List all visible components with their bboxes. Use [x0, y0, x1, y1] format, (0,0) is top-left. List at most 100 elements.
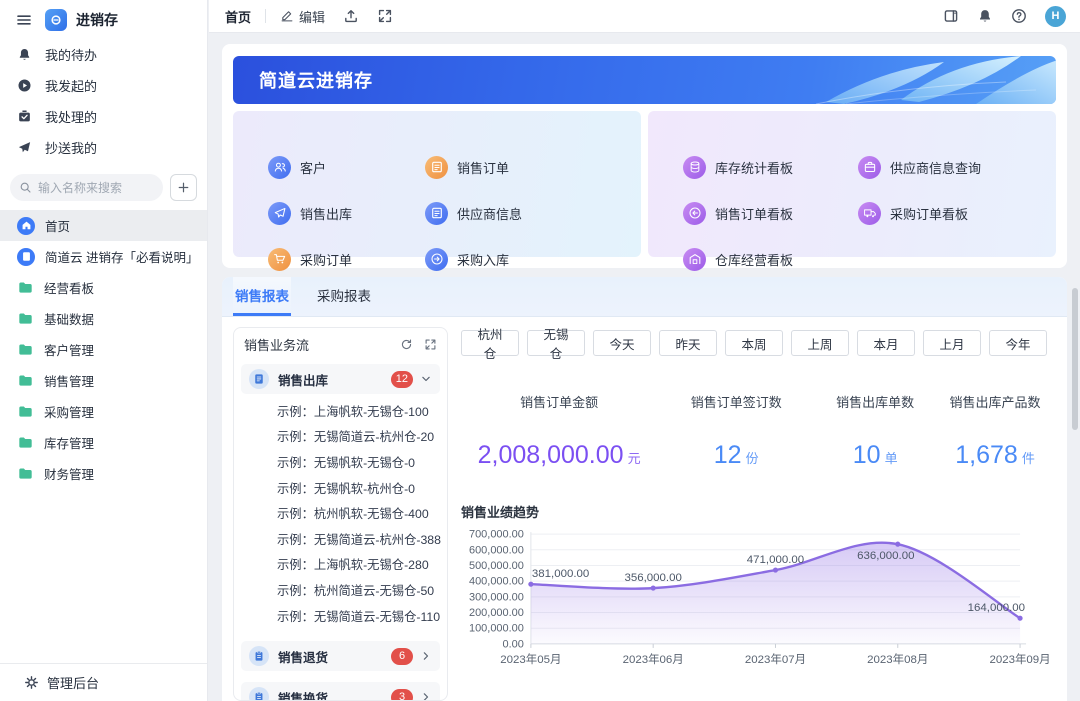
folder-icon: [17, 404, 34, 419]
search-icon: [19, 181, 32, 194]
flow-list-item[interactable]: 示例：杭州简道云-无锡仓-50: [241, 577, 440, 603]
search-box[interactable]: [10, 174, 163, 201]
filter-yesterday[interactable]: 昨天: [659, 330, 717, 356]
tab-sales-report[interactable]: 销售报表: [233, 277, 291, 316]
folder-icon: [17, 280, 34, 295]
quick-link-sales-outbound[interactable]: 销售出库: [268, 202, 425, 225]
stat-value: 1,678: [955, 441, 1018, 470]
folder-icon: [17, 311, 34, 326]
task-check-icon: [17, 109, 32, 124]
quick-link-purchase-order[interactable]: 采购订单: [268, 248, 425, 271]
sidebar-header: 进销存: [0, 0, 207, 39]
sales-flow-panel: 销售业务流 销售出库 12: [233, 327, 448, 701]
chevron-right-icon[interactable]: [420, 650, 432, 662]
filter-this-month[interactable]: 本月: [857, 330, 915, 356]
flow-list-item[interactable]: 示例：上海帆软-无锡仓-100: [241, 398, 440, 424]
flow-group-exchanges: 销售换货 3: [241, 682, 440, 701]
flow-list-item[interactable]: 示例：无锡简道云-无锡仓-110: [241, 603, 440, 629]
expand-panel-icon[interactable]: [424, 338, 437, 351]
search-input[interactable]: [38, 181, 154, 195]
sidebar-item-readme[interactable]: 简道云 进销存「必看说明」: [0, 241, 207, 272]
flow-group-outbound-header[interactable]: 销售出库 12: [241, 364, 440, 394]
quick-link-sales-order[interactable]: 销售订单: [425, 156, 641, 179]
doc-lines-icon: [425, 202, 448, 225]
sidebar-item-base-data[interactable]: 基础数据: [0, 303, 207, 334]
admin-console-link[interactable]: 管理后台: [0, 663, 207, 701]
flow-list-item[interactable]: 示例：杭州帆软-无锡仓-400: [241, 500, 440, 526]
main-area: 首页 编辑 H 简道云进销存: [209, 0, 1080, 701]
svg-text:600,000.00: 600,000.00: [469, 544, 524, 556]
sidebar-item-purchase-mgmt[interactable]: 采购管理: [0, 396, 207, 427]
sidebar-item-cc[interactable]: 抄送我的: [0, 132, 207, 163]
svg-text:2023年09月: 2023年09月: [989, 652, 1050, 666]
flow-list-item[interactable]: 示例：无锡帆软-无锡仓-0: [241, 449, 440, 475]
sidebar-item-initiated[interactable]: 我发起的: [0, 70, 207, 101]
notification-bell-icon[interactable]: [977, 8, 993, 24]
chevron-down-icon[interactable]: [420, 373, 432, 385]
trend-chart-section: 销售业绩趋势 0.00100,000.00200,000.00300,000.0…: [461, 502, 1055, 682]
panel-book-icon[interactable]: [943, 8, 959, 24]
sidebar-item-customer-mgmt[interactable]: 客户管理: [0, 334, 207, 365]
workflow-nav: 我的待办 我发起的 我处理的 抄送我的: [0, 39, 207, 163]
badge-count: 12: [391, 371, 413, 388]
filter-this-week[interactable]: 本周: [725, 330, 783, 356]
flow-list-item[interactable]: 示例：上海帆软-无锡仓-280: [241, 552, 440, 578]
app-logo-icon: [45, 9, 67, 31]
svg-text:400,000.00: 400,000.00: [469, 576, 524, 588]
flow-group-exchanges-header[interactable]: 销售换货 3: [241, 682, 440, 701]
svg-text:100,000.00: 100,000.00: [469, 623, 524, 635]
clipboard-icon: [249, 687, 269, 701]
document-icon: [17, 248, 35, 266]
sidebar-item-todo[interactable]: 我的待办: [0, 39, 207, 70]
truck-icon: [858, 202, 881, 225]
users-icon: [268, 156, 291, 179]
sidebar-item-inventory-mgmt[interactable]: 库存管理: [0, 427, 207, 458]
help-icon[interactable]: [1011, 8, 1027, 24]
tab-purchase-report[interactable]: 采购报表: [315, 277, 373, 316]
quick-link-sales-order-board[interactable]: 销售订单看板: [683, 202, 858, 225]
filter-warehouse-wuxi[interactable]: 无锡仓: [527, 330, 585, 356]
topbar-page-title[interactable]: 首页: [225, 7, 251, 26]
fullscreen-icon[interactable]: [377, 8, 393, 24]
clipboard-icon: [249, 646, 269, 666]
sidebar-item-finance-mgmt[interactable]: 财务管理: [0, 458, 207, 489]
filter-warehouse-hangzhou[interactable]: 杭州仓: [461, 330, 519, 356]
gear-icon: [24, 675, 39, 690]
filter-this-year[interactable]: 今年: [989, 330, 1047, 356]
stat-unit: 元: [628, 448, 641, 467]
flow-list-item[interactable]: 示例：无锡简道云-杭州仓-388: [241, 526, 440, 552]
scrollbar-thumb[interactable]: [1072, 288, 1078, 430]
flow-group-returns-header[interactable]: 销售退货 6: [241, 641, 440, 671]
filter-last-week[interactable]: 上周: [791, 330, 849, 356]
sidebar-item-processed[interactable]: 我处理的: [0, 101, 207, 132]
menu-toggle-icon[interactable]: [16, 12, 32, 28]
chevron-right-icon[interactable]: [420, 691, 432, 701]
stat-cards: 销售订单金额 2,008,000.00 元 销售订单签订数 12 份: [461, 392, 1055, 470]
filter-today[interactable]: 今天: [593, 330, 651, 356]
sidebar-item-business-board[interactable]: 经营看板: [0, 272, 207, 303]
stat-unit: 单: [885, 448, 898, 467]
quick-link-panels: 客户 销售订单 销售出库 供应商信息: [233, 111, 1056, 257]
quick-link-purchase-inbound[interactable]: 采购入库: [425, 248, 641, 271]
sidebar-item-home[interactable]: 首页: [0, 210, 207, 241]
quick-link-warehouse-board[interactable]: 仓库经营看板: [683, 248, 858, 271]
sidebar-search: [10, 174, 197, 201]
quick-link-supplier-info[interactable]: 供应商信息: [425, 202, 641, 225]
avatar[interactable]: H: [1045, 6, 1066, 27]
svg-text:0.00: 0.00: [503, 638, 524, 650]
filter-last-month[interactable]: 上月: [923, 330, 981, 356]
sidebar-item-sales-mgmt[interactable]: 销售管理: [0, 365, 207, 396]
quick-link-supplier-query[interactable]: 供应商信息查询: [858, 156, 1056, 179]
quick-link-customer[interactable]: 客户: [268, 156, 425, 179]
share-upload-icon[interactable]: [343, 8, 359, 24]
add-app-button[interactable]: [170, 174, 197, 201]
flow-list-item[interactable]: 示例：无锡帆软-杭州仓-0: [241, 475, 440, 501]
flow-list-item[interactable]: 示例：无锡简道云-杭州仓-20: [241, 424, 440, 450]
edit-button[interactable]: 编辑: [280, 7, 325, 26]
report-right-column: 杭州仓 无锡仓 今天 昨天 本周 上周 本月 上月 今年 销售订单金额: [461, 327, 1055, 701]
quick-link-purchase-order-board[interactable]: 采购订单看板: [858, 202, 1056, 225]
quick-link-inventory-board[interactable]: 库存统计看板: [683, 156, 858, 179]
send-plane-icon: [268, 202, 291, 225]
refresh-icon[interactable]: [400, 338, 413, 351]
report-tabbar: 销售报表 采购报表: [222, 277, 1067, 317]
